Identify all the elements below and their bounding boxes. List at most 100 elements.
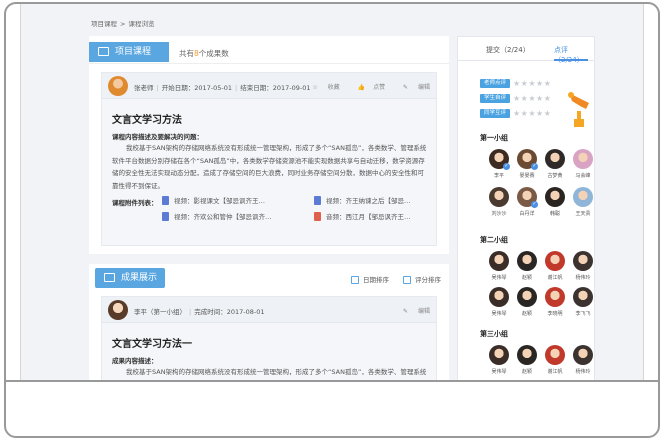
post-subtitle: 成果内容描述： [112,357,158,365]
member[interactable]: 晏晏赛 [514,149,540,179]
tab-project-course-label: 项目课程 [115,47,152,57]
member[interactable]: 古梦黄 [542,149,568,179]
meta-separator: | [234,84,238,92]
rating-stars[interactable]: ★★★★★ [513,109,551,118]
attachment-name: 音频：西江月【邹忌讽齐王… [326,213,411,221]
member[interactable]: 刘沙沙 [486,187,512,217]
post-body: 我校基于SAN架构的存储网络系统没有形成统一管理架构，形成了多个“SAN孤岛”，… [126,368,427,376]
breadcrumb: 项目课程 > 课程浏览 [91,18,157,28]
main-panel: 项目课程 共有8个成果数 张老师 | 开始日期：2017-05-01 | 结束日期：20… [89,36,449,380]
member[interactable]: 白丹洋 [514,187,540,217]
attachment-item[interactable]: 音频：西江月【邹忌讽齐王… [314,211,411,221]
self-review-tag: 学生自评 [480,94,510,103]
peer-review-row: 同学互评 ★★★★★ [480,109,551,119]
avatar [545,187,565,207]
rating-stars[interactable]: ★★★★★ [513,94,551,103]
author-name[interactable]: 李平（第一小组） [134,308,186,316]
attachment-item[interactable]: 视频：齐王纳谏之后【邹忌… [314,195,411,205]
screen: 项目课程 > 课程浏览 项目课程 共有8个成果数 张老师 | 开始日期：2017-05-… [20,4,644,380]
member-name: 吴伟琴 [491,275,507,281]
member[interactable]: 谢江帆 [542,251,568,281]
active-tab-indicator [554,59,588,61]
member[interactable]: 赵颖 [514,251,540,281]
rating-stars[interactable]: ★★★★★ [513,79,551,88]
attachment-name: 视频：齐王纳谏之后【邹忌… [326,197,411,205]
author-name[interactable]: 张老师 [134,84,154,92]
post-meta: 张老师 | 开始日期：2017-05-01 | 结束日期：2017-09-01 [134,82,310,92]
breadcrumb-separator: > [120,20,126,28]
edit-button[interactable]: ✎ 编辑 [395,308,430,315]
member[interactable]: 赵颖 [514,287,540,317]
like-button[interactable]: 👍 点赞 [350,84,386,91]
attachment-name: 视频：齐欢公和管仲【邹忌讽齐… [174,213,272,221]
post-title: 文言文学习方法一 [112,339,192,350]
member-name: 杨伟玲 [575,275,591,281]
tab-project-course[interactable]: 项目课程 [89,42,169,62]
member[interactable]: 马会峰 [570,149,596,179]
course-post: 张老师 | 开始日期：2017-05-01 | 结束日期：2017-09-01 ☆ 收藏… [101,72,437,246]
edit-button[interactable]: ✎ 编辑 [395,84,430,91]
member[interactable]: 吴伟琴 [486,345,512,375]
breadcrumb-item-projects[interactable]: 项目课程 [91,20,117,28]
attachment-item[interactable]: 视频：影视课文【邹忌讽齐王… [162,195,265,205]
sort-by-score-button[interactable]: 评分排序 [403,274,441,284]
member[interactable]: 王天贵 [570,187,596,217]
result-post: 李平（第一小组） | 完成时间：2017-08-01 ✎ 编辑 文言文学习方法一 成… [101,296,437,380]
member[interactable]: 杨伟玲 [570,345,596,375]
review-panel: 提交（2/24） 点评（2/24） 老师点评★★★★★ 学生自评★★★★★ 同学… [457,36,595,380]
avatar [573,149,593,169]
post-body: 我校基于SAN架构的存储网络系统没有形成统一管理架构，形成了多个“SAN孤岛”，… [112,144,427,190]
post-subtitle: 课程内容描述及要解决的问题： [112,133,203,141]
avatar [545,149,565,169]
member-name: 赵颖 [521,369,532,375]
member[interactable]: 韩聪 [542,187,568,217]
trophy-icon [568,92,589,127]
member-name: 白丹洋 [519,211,535,217]
edit-icon: ✎ [403,308,409,315]
attachment-name: 视频：影视课文【邹忌讽齐王… [174,197,265,205]
avatar [489,287,509,307]
edit-label: 编辑 [417,308,430,315]
group-title: 第一小组 [480,134,508,142]
member[interactable]: 谢江帆 [542,345,568,375]
score-icon [403,276,411,284]
member-name: 古梦黄 [547,173,563,179]
member-name: 赵颖 [521,311,532,317]
star-icon: ☆ [312,84,318,91]
member[interactable]: 李晓明 [542,287,568,317]
member[interactable]: 吴伟琴 [486,287,512,317]
breadcrumb-item-browse: 课程浏览 [128,20,155,28]
post-actions: ☆ 收藏 👍 点赞 ✎ 编辑 [296,82,430,91]
edit-icon: ✎ [403,84,409,91]
attachment-item[interactable]: 视频：齐欢公和管仲【邹忌讽齐… [162,211,272,221]
avatar [517,149,538,170]
member-name: 李飞飞 [575,311,591,317]
member-name: 吴伟琴 [491,369,507,375]
member-name: 刘沙沙 [491,211,507,217]
favorite-button[interactable]: ☆ 收藏 [304,84,339,91]
member-name: 吴伟琴 [491,311,507,317]
meta-separator: | [189,308,192,316]
tab-reviews[interactable]: 点评（2/24） [554,45,594,65]
member[interactable]: 李飞飞 [570,287,596,317]
member-name: 晏晏赛 [519,173,535,179]
tab-results[interactable]: 成果展示 [95,268,165,288]
avatar [517,345,537,365]
avatar [573,187,593,207]
member-name: 赵颖 [521,275,532,281]
teacher-review-tag: 老师点评 [480,79,510,88]
result-count: 共有8个成果数 [179,48,229,59]
member-name: 李晓明 [547,311,563,317]
avatar [489,149,510,170]
video-file-icon [314,196,321,205]
sort-by-date-button[interactable]: 日期排序 [351,274,389,284]
member[interactable]: 杨伟玲 [570,251,596,281]
member[interactable]: 吴伟琴 [486,251,512,281]
peer-review-tag: 同学互评 [480,109,510,118]
tab-submissions[interactable]: 提交（2/24） [486,45,530,55]
member[interactable]: 赵颖 [514,345,540,375]
avatar [108,300,128,320]
member[interactable]: 李平 [486,149,512,179]
favorite-label: 收藏 [327,84,340,91]
thumbs-up-icon: 👍 [357,84,366,91]
